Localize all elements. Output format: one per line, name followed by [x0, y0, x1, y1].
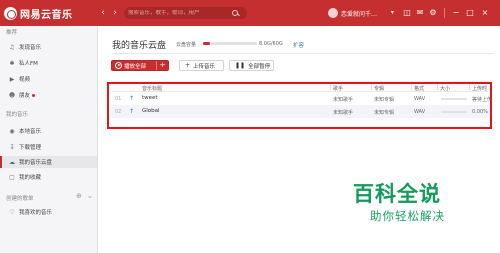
playlist-settings-icon[interactable]: ⌄	[87, 192, 93, 200]
title-bar: 网易云音乐 ‹ › 恋爱就问千… ▾ ◫ ✉ ⚙ − □ ×	[0, 0, 500, 26]
watermark-title: 百科全说	[353, 182, 441, 206]
sidebar-section-playlists: 创建的歌单	[6, 196, 34, 202]
friends-icon: ☻	[8, 91, 16, 99]
sidebar-item-cloud[interactable]: ☁ 我的音乐云盘	[0, 156, 97, 168]
sidebar-item-friends[interactable]: ☻ 朋友	[0, 89, 97, 101]
sidebar-item-label: 我的收藏	[19, 175, 42, 181]
close-icon[interactable]: ×	[480, 8, 490, 18]
heart-icon: ♡	[9, 208, 15, 216]
play-icon	[115, 62, 122, 69]
sidebar-item-label: 发现音乐	[19, 45, 42, 51]
collection-icon: ▢	[9, 173, 15, 181]
app-name: 网易云音乐	[20, 9, 73, 21]
mail-icon[interactable]: ✉	[415, 8, 425, 18]
sidebar-item-downloads[interactable]: ↧ 下载管理	[0, 141, 97, 153]
sidebar-item-label: 本地音乐	[19, 129, 42, 135]
add-to-queue-icon[interactable]: +	[156, 61, 168, 70]
user-caret-icon[interactable]: ▾	[391, 9, 394, 16]
sidebar-item-liked-music[interactable]: ♡ 我喜欢的音乐	[0, 206, 97, 218]
sidebar-item-label: 我喜欢的音乐	[19, 210, 53, 216]
settings-icon[interactable]: ⚙	[428, 8, 438, 18]
forward-icon[interactable]: ›	[110, 8, 120, 18]
notification-dot	[32, 93, 36, 97]
sidebar-item-collection[interactable]: ▢ 我的收藏	[0, 171, 97, 183]
sidebar-item-fm[interactable]: ✱ 私人FM	[0, 57, 97, 69]
play-all-button[interactable]: 播放全部 +	[111, 60, 169, 71]
pause-all-label: 全部暂停	[248, 63, 271, 70]
sidebar-item-local-music[interactable]: ◉ 本地音乐	[0, 125, 97, 137]
search-box[interactable]	[124, 7, 247, 19]
download-icon: ↧	[9, 143, 15, 151]
app-logo[interactable]: 网易云音乐	[4, 5, 73, 21]
capacity-value: 8.0G/60G	[259, 40, 283, 47]
plus-icon: +	[185, 62, 191, 69]
netease-logo-icon	[4, 6, 17, 20]
sidebar-item-label: 下载管理	[19, 145, 42, 151]
sidebar-section-recommend: 推荐	[6, 30, 18, 36]
capacity-bar-fill	[203, 42, 211, 45]
skin-icon[interactable]: ◫	[402, 8, 412, 18]
divider	[112, 53, 494, 54]
sidebar-item-label: 视频	[19, 77, 31, 83]
app-window: 网易云音乐 ‹ › 恋爱就问千… ▾ ◫ ✉ ⚙ − □ × 推荐 ♫ 发现音乐…	[0, 0, 500, 253]
capacity-label: 云盘容量	[176, 42, 197, 48]
search-icon[interactable]	[232, 9, 239, 17]
local-music-icon: ◉	[9, 127, 15, 135]
sidebar-item-video[interactable]: ▶ 视频	[0, 73, 97, 85]
pause-icon: ❚❚	[235, 62, 246, 69]
annotation-highlight-box	[107, 82, 492, 129]
video-icon: ▶	[9, 75, 15, 83]
capacity-bar	[203, 42, 257, 45]
pause-all-button[interactable]: ❚❚ 全部暂停	[229, 60, 274, 71]
add-playlist-icon[interactable]: ⊕	[76, 192, 82, 200]
search-input[interactable]	[128, 10, 232, 16]
username[interactable]: 恋爱就问千…	[341, 9, 389, 18]
upload-label: 上传音乐	[193, 63, 216, 70]
cloud-icon: ☁	[9, 158, 15, 166]
radio-icon: ✱	[9, 59, 15, 67]
sidebar: 推荐 ♫ 发现音乐 ✱ 私人FM ▶ 视频 ☻ 朋友 我的音乐 ◉ 本地音乐 ↧…	[0, 26, 98, 253]
sidebar-item-discover[interactable]: ♫ 发现音乐	[0, 41, 97, 53]
sidebar-item-label: 朋友	[19, 93, 31, 99]
watermark: 百科全说 助你轻松解决	[353, 178, 495, 238]
music-note-icon: ♫	[9, 43, 15, 51]
minimize-icon[interactable]: −	[451, 8, 461, 18]
page-title: 我的音乐云盘	[112, 41, 167, 51]
watermark-subtitle: 助你轻松解决	[370, 209, 445, 223]
upload-music-button[interactable]: + 上传音乐	[179, 60, 224, 71]
maximize-icon[interactable]: □	[465, 8, 475, 18]
expand-capacity-link[interactable]: 扩容	[293, 41, 304, 49]
play-all-label: 播放全部	[124, 63, 147, 70]
back-icon[interactable]: ‹	[98, 8, 108, 18]
avatar[interactable]	[328, 8, 338, 18]
sidebar-item-label: 私人FM	[19, 61, 38, 67]
title-bar-divider	[444, 8, 445, 18]
sidebar-item-label: 我的音乐云盘	[19, 160, 53, 166]
sidebar-section-my-music: 我的音乐	[6, 112, 29, 118]
